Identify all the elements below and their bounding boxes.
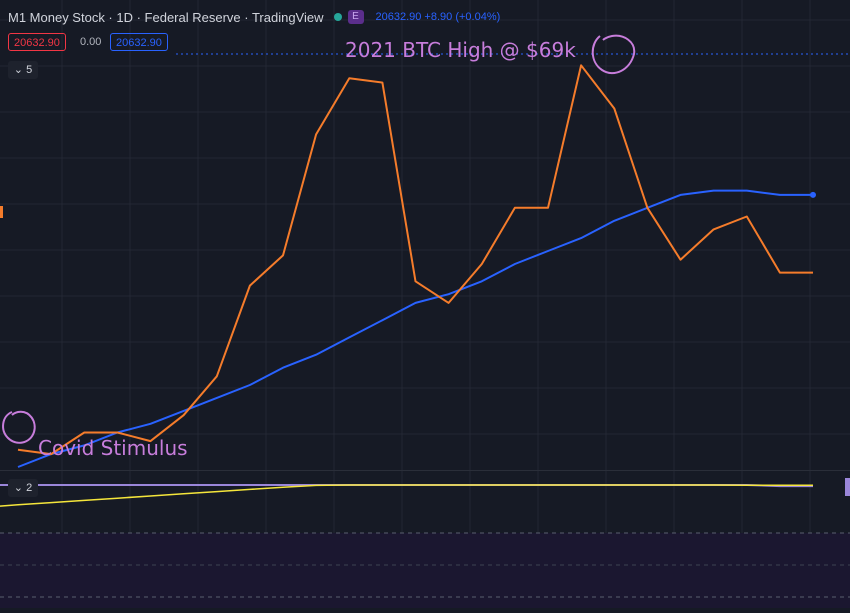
- annotation-circles: [2, 34, 636, 444]
- annotation-covid-stimulus: Covid Stimulus: [38, 436, 188, 460]
- lower-pane-collapse-button[interactable]: ⌄ 2: [8, 479, 38, 497]
- right-price-marker: [845, 478, 850, 496]
- chart-svg: [0, 0, 850, 608]
- legend: M1 Money Stock · 1D · Federal Reserve · …: [8, 8, 500, 26]
- circle-covid-icon: [2, 410, 36, 444]
- grid: [0, 0, 850, 608]
- series-layer: [17, 64, 816, 468]
- market-status-icon[interactable]: [333, 13, 342, 21]
- chevron-down-icon: ⌄: [13, 482, 27, 494]
- series-last-point: [810, 191, 816, 198]
- lower-series-layer: [0, 484, 813, 507]
- earnings-badge[interactable]: E: [347, 10, 364, 24]
- pane-separator[interactable]: [0, 470, 850, 471]
- quote-readout: 20632.90 +8.90 (+0.04%): [375, 11, 501, 23]
- lower-pane-count: 2: [26, 482, 33, 494]
- lower-line-yellow: [0, 484, 813, 507]
- series-line-m1: [17, 189, 813, 468]
- symbol-title[interactable]: M1 Money Stock · 1D · Federal Reserve · …: [8, 10, 324, 25]
- ask-chip[interactable]: 20632.90: [110, 33, 168, 51]
- spread-value: 0.00: [80, 36, 102, 48]
- main-pane-count: 5: [26, 64, 33, 76]
- chevron-down-icon: ⌄: [13, 64, 27, 76]
- main-pane-collapse-button[interactable]: ⌄ 5: [8, 61, 38, 79]
- left-price-marker: [0, 206, 3, 218]
- series-line-btc: [17, 64, 813, 456]
- bid-chip[interactable]: 20632.90: [8, 33, 66, 51]
- annotation-btc-high: 2021 BTC High @ $69k: [345, 38, 576, 62]
- chart-area: M1 Money Stock · 1D · Federal Reserve · …: [0, 0, 850, 608]
